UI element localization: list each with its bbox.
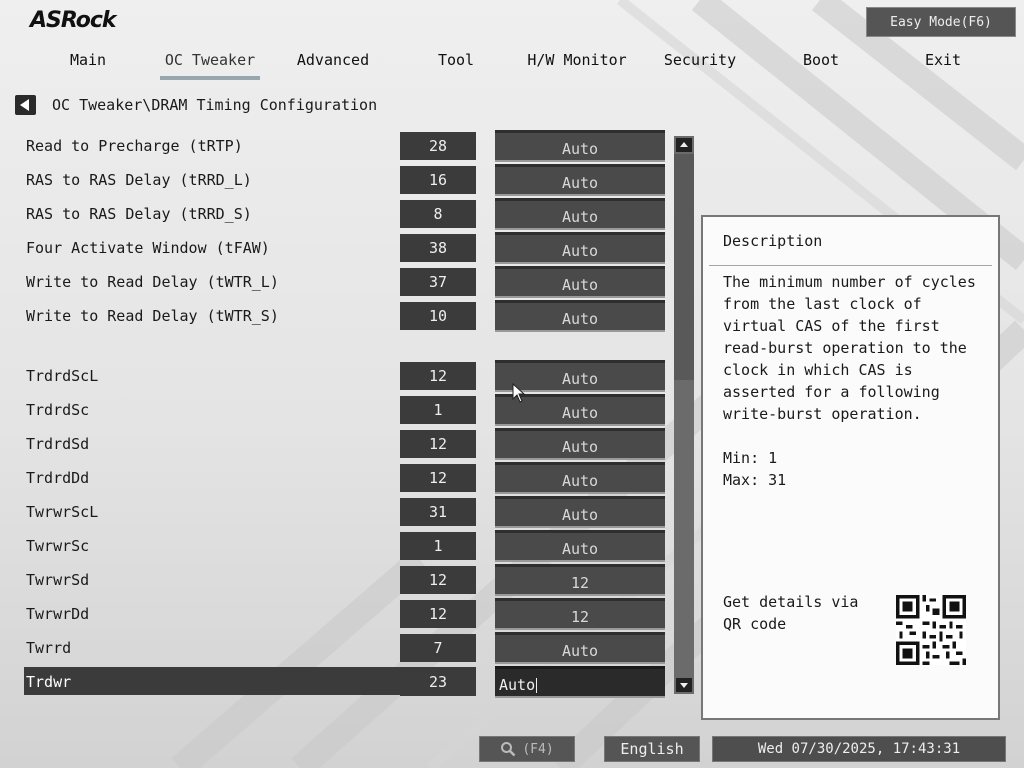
setting-row-trrd-l[interactable]: RAS to RAS Delay (tRRD_L) 16 Auto: [0, 164, 680, 198]
current-value: 12: [400, 464, 476, 492]
current-value: 38: [400, 234, 476, 262]
setting-row-twtr-l[interactable]: Write to Read Delay (tWTR_L) 37 Auto: [0, 266, 680, 300]
easy-mode-button[interactable]: Easy Mode(F6): [866, 7, 1016, 37]
setting-label: RAS to RAS Delay (tRRD_L): [26, 171, 252, 189]
current-value: 37: [400, 268, 476, 296]
setting-row-trdrdsd[interactable]: TrdrdSd 12 Auto: [0, 428, 680, 462]
description-panel: Description The minimum number of cycles…: [701, 215, 1000, 720]
setting-label: Write to Read Delay (tWTR_S): [26, 307, 279, 325]
current-value: 8: [400, 200, 476, 228]
current-value: 12: [400, 362, 476, 390]
setting-label: TwrwrSd: [26, 571, 90, 589]
current-value: 12: [400, 600, 476, 628]
scrollbar[interactable]: [674, 136, 694, 694]
current-value: 28: [400, 132, 476, 160]
setting-label: TrdrdDd: [26, 469, 90, 487]
setting-row-tfaw[interactable]: Four Activate Window (tFAW) 38 Auto: [0, 232, 680, 266]
description-min: Min: 1: [723, 449, 778, 467]
setting-label: TwrwrSc: [26, 537, 90, 555]
chevron-down-icon[interactable]: [676, 678, 692, 692]
current-value: 23: [400, 668, 476, 696]
setting-row-twrwrsd[interactable]: TwrwrSd 12 12: [0, 564, 680, 598]
current-value: 31: [400, 498, 476, 526]
setting-dropdown[interactable]: Auto: [495, 232, 665, 262]
setting-input-text: Auto: [499, 676, 536, 694]
tab-exit[interactable]: Exit: [883, 48, 1003, 72]
setting-row-twrwrscl[interactable]: TwrwrScL 31 Auto: [0, 496, 680, 530]
text-cursor: [536, 678, 538, 693]
datetime-display[interactable]: Wed 07/30/2025, 17:43:31: [712, 736, 1006, 762]
setting-dropdown[interactable]: Auto: [495, 462, 665, 492]
setting-dropdown[interactable]: 12: [495, 598, 665, 628]
setting-row-twrwrsc[interactable]: TwrwrSc 1 Auto: [0, 530, 680, 564]
setting-row-trdrdscl[interactable]: TrdrdScL 12 Auto: [0, 360, 680, 394]
current-value: 1: [400, 396, 476, 424]
setting-dropdown[interactable]: Auto: [495, 300, 665, 330]
asrock-logo: ASRock: [30, 8, 117, 33]
setting-dropdown[interactable]: Auto: [495, 428, 665, 458]
scrollbar-thumb[interactable]: [674, 154, 694, 380]
tab-advanced[interactable]: Advanced: [273, 48, 393, 72]
setting-label: Read to Precharge (tRTP): [26, 137, 243, 155]
description-body: The minimum number of cycles from the la…: [723, 271, 983, 491]
setting-label: TrdrdScL: [26, 367, 99, 385]
tab-main[interactable]: Main: [28, 48, 148, 72]
search-button[interactable]: (F4): [479, 736, 575, 762]
current-value: 12: [400, 566, 476, 594]
setting-row-twrwrdd[interactable]: TwrwrDd 12 12: [0, 598, 680, 632]
setting-row-twtr-s[interactable]: Write to Read Delay (tWTR_S) 10 Auto: [0, 300, 680, 334]
search-icon: [501, 742, 516, 757]
setting-label: TwrwrScL: [26, 503, 99, 521]
language-button[interactable]: English: [604, 736, 700, 762]
tab-oc-tweaker[interactable]: OC Tweaker: [150, 48, 270, 80]
status-bar: (F4) English Wed 07/30/2025, 17:43:31: [0, 734, 1024, 768]
setting-dropdown[interactable]: Auto: [495, 164, 665, 194]
setting-row-trrd-s[interactable]: RAS to RAS Delay (tRRD_S) 8 Auto: [0, 198, 680, 232]
current-value: 7: [400, 634, 476, 662]
setting-input[interactable]: Auto: [495, 666, 665, 696]
setting-label: Write to Read Delay (tWTR_L): [26, 273, 279, 291]
setting-dropdown[interactable]: Auto: [495, 266, 665, 296]
setting-dropdown[interactable]: 12: [495, 564, 665, 594]
qr-caption: Get details via QR code: [723, 593, 859, 633]
setting-dropdown[interactable]: Auto: [495, 530, 665, 560]
setting-dropdown[interactable]: Auto: [495, 632, 665, 662]
setting-row-trdwr[interactable]: Trdwr 23 Auto: [0, 666, 680, 700]
setting-label: RAS to RAS Delay (tRRD_S): [26, 205, 252, 223]
chevron-up-icon[interactable]: [676, 138, 692, 152]
setting-label: Four Activate Window (tFAW): [26, 239, 270, 257]
setting-dropdown[interactable]: Auto: [495, 130, 665, 160]
description-text: The minimum number of cycles from the la…: [723, 273, 976, 423]
setting-label: TrdrdSd: [26, 435, 90, 453]
mouse-pointer-icon: [512, 383, 526, 403]
setting-row-trtp[interactable]: Read to Precharge (tRTP) 28 Auto: [0, 130, 680, 164]
setting-dropdown[interactable]: Auto: [495, 496, 665, 526]
description-title: Description: [723, 232, 823, 250]
qr-code-icon: [896, 595, 966, 665]
divider: [709, 265, 992, 266]
breadcrumb: OC Tweaker\DRAM Timing Configuration: [52, 96, 378, 114]
setting-label: TwrwrDd: [26, 605, 90, 623]
setting-row-twrrd[interactable]: Twrrd 7 Auto: [0, 632, 680, 666]
setting-row-trdrddd[interactable]: TrdrdDd 12 Auto: [0, 462, 680, 496]
setting-label: Twrrd: [26, 639, 72, 657]
current-value: 16: [400, 166, 476, 194]
tab-security[interactable]: Security: [640, 48, 760, 72]
setting-dropdown[interactable]: Auto: [495, 198, 665, 228]
setting-label: Trdwr: [26, 673, 72, 691]
search-shortcut: (F4): [522, 741, 554, 757]
current-value: 12: [400, 430, 476, 458]
setting-label: TrdrdSc: [26, 401, 90, 419]
current-value: 1: [400, 532, 476, 560]
tab-boot[interactable]: Boot: [761, 48, 881, 72]
main-tabs: Main OC Tweaker Advanced Tool H/W Monito…: [0, 48, 1024, 82]
current-value: 10: [400, 302, 476, 330]
description-max: Max: 31: [723, 471, 787, 489]
back-arrow-icon[interactable]: [15, 95, 36, 115]
tab-tool[interactable]: Tool: [396, 48, 516, 72]
tab-hw-monitor[interactable]: H/W Monitor: [517, 48, 637, 72]
setting-row-trdrdsc[interactable]: TrdrdSc 1 Auto: [0, 394, 680, 428]
